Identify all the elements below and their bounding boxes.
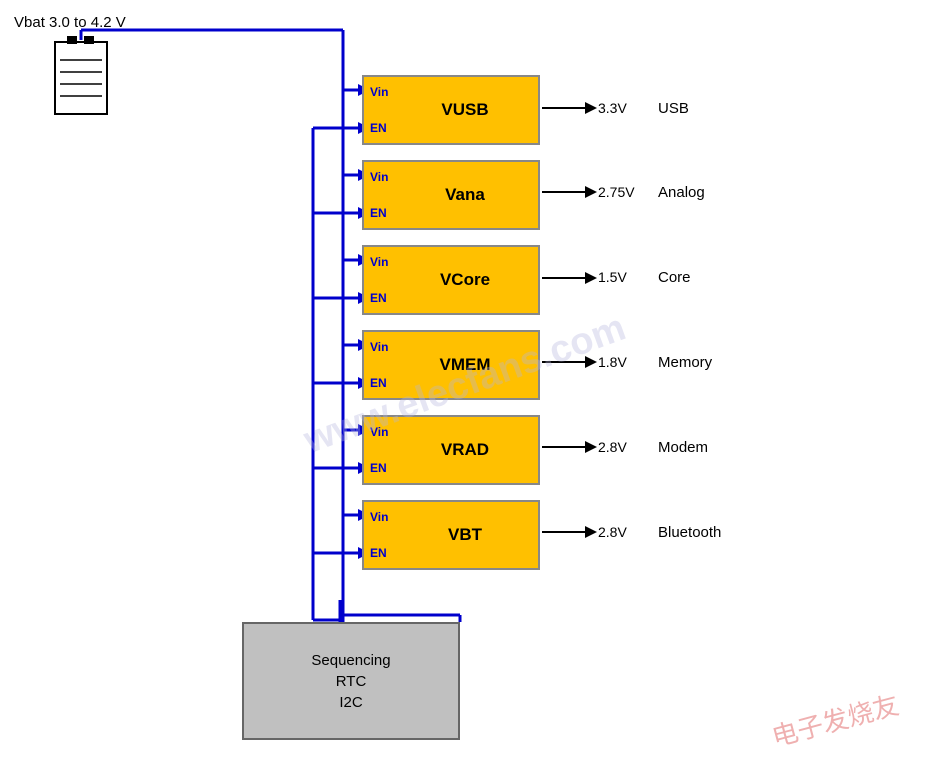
vcore-en-label: EN [370, 291, 387, 305]
vmem-box: Vin EN VMEM [362, 330, 540, 400]
vbt-box: Vin EN VBT [362, 500, 540, 570]
vusb-vin-label: Vin [370, 85, 388, 99]
vana-en-label: EN [370, 206, 387, 220]
vusb-name: VUSB [441, 100, 488, 120]
vmem-vin-label: Vin [370, 340, 388, 354]
vrad-en-label: EN [370, 461, 387, 475]
vrad-vin-label: Vin [370, 425, 388, 439]
vrad-name: VRAD [441, 440, 489, 460]
vcore-voltage: 1.5V [598, 269, 627, 285]
vusb-dest: USB [658, 100, 689, 117]
vmem-name: VMEM [440, 355, 491, 375]
vbt-voltage: 2.8V [598, 524, 627, 540]
seq-rtc: RTC [336, 673, 367, 690]
vcore-box: Vin EN VCore [362, 245, 540, 315]
vusb-box: Vin EN VUSB [362, 75, 540, 145]
vana-voltage: 2.75V [598, 184, 635, 200]
vusb-voltage: 3.3V [598, 100, 627, 116]
vmem-en-label: EN [370, 376, 387, 390]
vcore-vin-label: Vin [370, 255, 388, 269]
sequencer-box: Sequencing RTC I2C [242, 622, 460, 740]
vana-name: Vana [445, 185, 485, 205]
vana-dest: Analog [658, 184, 705, 201]
vrad-voltage: 2.8V [598, 439, 627, 455]
vmem-dest: Memory [658, 354, 712, 371]
vcore-name: VCore [440, 270, 490, 290]
diagram-container: www.elecfans.com 电子发烧友 [0, 0, 930, 778]
vcore-dest: Core [658, 269, 691, 286]
vbt-dest: Bluetooth [658, 524, 721, 541]
seq-title: Sequencing [311, 652, 390, 669]
vrad-box: Vin EN VRAD [362, 415, 540, 485]
vusb-en-label: EN [370, 121, 387, 135]
vmem-voltage: 1.8V [598, 354, 627, 370]
vbt-name: VBT [448, 525, 482, 545]
vbat-label: Vbat 3.0 to 4.2 V [14, 14, 126, 31]
seq-i2c: I2C [339, 694, 362, 711]
vbt-vin-label: Vin [370, 510, 388, 524]
vrad-dest: Modem [658, 439, 708, 456]
vana-box: Vin EN Vana [362, 160, 540, 230]
vana-vin-label: Vin [370, 170, 388, 184]
vbt-en-label: EN [370, 546, 387, 560]
